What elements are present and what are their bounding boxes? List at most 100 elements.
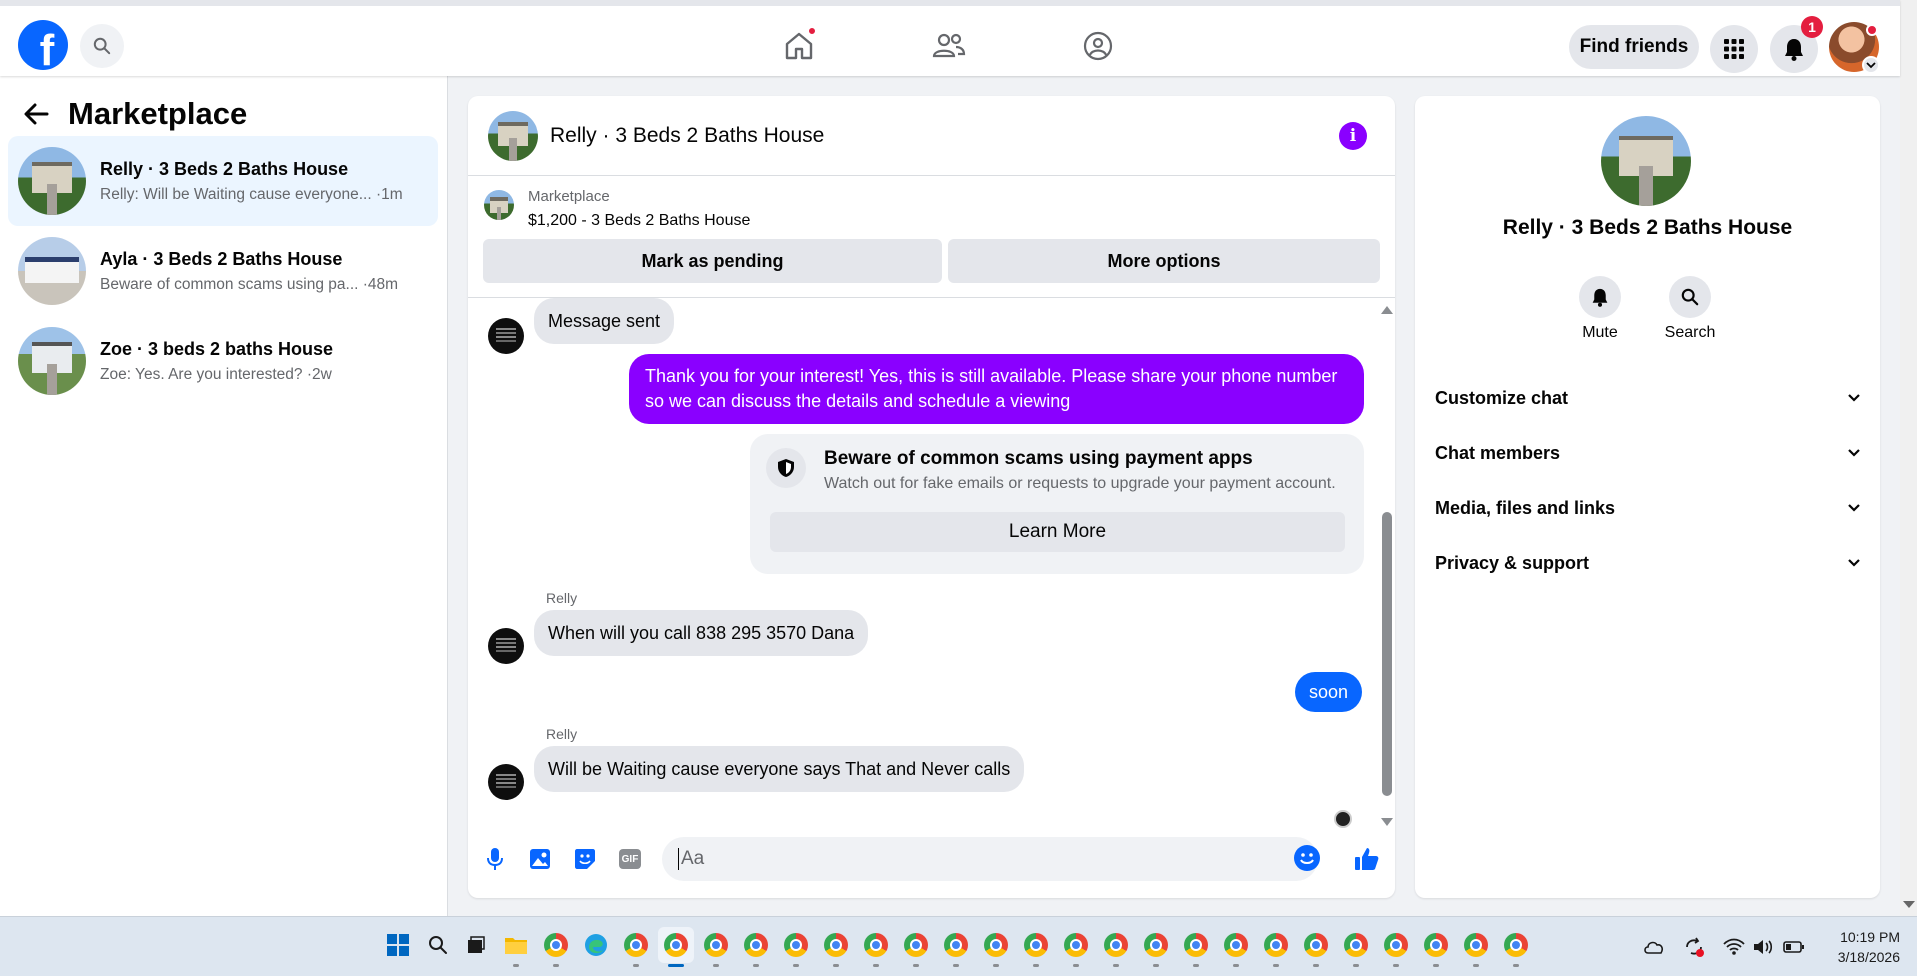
- chrome-taskbar-button[interactable]: [1498, 927, 1534, 967]
- account-menu-chevron[interactable]: [1862, 56, 1880, 74]
- bell-icon: [1592, 288, 1608, 307]
- sticker-button[interactable]: [570, 844, 600, 874]
- conversation-item-zoe[interactable]: Zoe · 3 beds 2 baths House Zoe: Yes. Are…: [8, 316, 438, 406]
- wifi-tray[interactable]: [1722, 935, 1746, 959]
- chrome-taskbar-button[interactable]: [1338, 927, 1374, 967]
- home-tab[interactable]: [777, 24, 821, 68]
- chrome-taskbar-button[interactable]: [1378, 927, 1414, 967]
- conversation-preview: Zoe: Yes. Are you interested?: [100, 365, 303, 383]
- listing-source: Marketplace: [528, 188, 610, 205]
- wifi-icon: [1723, 938, 1745, 955]
- emoji-button[interactable]: [1294, 845, 1320, 871]
- message-bubble-outgoing[interactable]: Thank you for your interest! Yes, this i…: [629, 354, 1364, 424]
- message-scrollbar[interactable]: [1379, 306, 1393, 826]
- chrome-taskbar-button[interactable]: [1178, 927, 1214, 967]
- chrome-taskbar-button[interactable]: [1138, 927, 1174, 967]
- chrome-icon: [664, 933, 688, 957]
- chrome-icon: [1104, 933, 1128, 957]
- chrome-taskbar-button[interactable]: [938, 927, 974, 967]
- customize-chat-section[interactable]: Customize chat: [1435, 378, 1860, 418]
- message-list[interactable]: Message sent Thank you for your interest…: [468, 298, 1395, 828]
- more-options-button[interactable]: More options: [948, 239, 1380, 283]
- chat-title[interactable]: Relly · 3 Beds 2 Baths House: [550, 124, 824, 148]
- message-bubble-outgoing[interactable]: soon: [1295, 672, 1363, 712]
- chrome-taskbar-button[interactable]: [1018, 927, 1054, 967]
- chrome-taskbar-button[interactable]: [738, 927, 774, 967]
- find-friends-button[interactable]: Find friends: [1569, 25, 1699, 69]
- chrome-taskbar-button[interactable]: [1258, 927, 1294, 967]
- onedrive-tray[interactable]: [1642, 935, 1666, 959]
- learn-more-button[interactable]: Learn More: [770, 512, 1345, 552]
- page-scrollbar[interactable]: [1900, 0, 1917, 916]
- gif-button[interactable]: GIF: [615, 844, 645, 874]
- chrome-taskbar-button[interactable]: [858, 927, 894, 967]
- battery-tray[interactable]: [1782, 935, 1806, 959]
- chrome-taskbar-button[interactable]: [818, 927, 854, 967]
- mute-button[interactable]: Mute: [1560, 276, 1640, 342]
- conversation-avatar[interactable]: [1601, 116, 1691, 206]
- search-button[interactable]: [80, 24, 124, 68]
- scroll-down-arrow[interactable]: [1381, 818, 1393, 826]
- sender-avatar[interactable]: [488, 764, 524, 800]
- like-button[interactable]: [1352, 844, 1382, 874]
- conversation-item-ayla[interactable]: Ayla · 3 Beds 2 Baths House Beware of co…: [8, 226, 438, 316]
- info-button[interactable]: i: [1339, 122, 1367, 150]
- sync-tray[interactable]: [1682, 935, 1706, 959]
- chrome-taskbar-button[interactable]: [1298, 927, 1334, 967]
- privacy-support-section[interactable]: Privacy & support: [1435, 543, 1860, 583]
- scroll-up-arrow[interactable]: [1381, 306, 1393, 314]
- chrome-taskbar-button[interactable]: [1058, 927, 1094, 967]
- sender-avatar[interactable]: [488, 628, 524, 664]
- chat-members-section[interactable]: Chat members: [1435, 433, 1860, 473]
- chrome-taskbar-button-active[interactable]: [658, 927, 694, 967]
- scam-warning-text: Watch out for fake emails or requests to…: [824, 475, 1336, 492]
- volume-tray[interactable]: [1752, 935, 1776, 959]
- chrome-taskbar-button[interactable]: [1218, 927, 1254, 967]
- listing-thumbnail[interactable]: [484, 190, 514, 220]
- section-label: Customize chat: [1435, 387, 1569, 408]
- message-bubble-incoming[interactable]: Message sent: [534, 298, 675, 344]
- chrome-taskbar-button[interactable]: [1458, 927, 1494, 967]
- start-button[interactable]: [380, 927, 416, 963]
- sender-avatar[interactable]: [488, 318, 524, 354]
- taskbar-search-button[interactable]: [420, 927, 456, 963]
- groups-tab[interactable]: [1076, 24, 1120, 68]
- scroll-down-arrow[interactable]: [1903, 901, 1915, 908]
- back-button[interactable]: [20, 98, 52, 130]
- chrome-taskbar-button[interactable]: [898, 927, 934, 967]
- edge-taskbar-button[interactable]: [578, 927, 614, 963]
- search-in-conversation-button[interactable]: Search: [1650, 276, 1730, 342]
- voice-clip-button[interactable]: [480, 844, 510, 874]
- chrome-taskbar-button[interactable]: [698, 927, 734, 967]
- mark-as-pending-button[interactable]: Mark as pending: [483, 239, 942, 283]
- system-clock[interactable]: 10:19 PM 3/18/2026: [1820, 927, 1900, 967]
- chrome-taskbar-button[interactable]: [618, 927, 654, 967]
- chat-avatar[interactable]: [488, 110, 538, 161]
- chrome-taskbar-button[interactable]: [1098, 927, 1134, 967]
- chrome-icon: [904, 933, 928, 957]
- media-files-links-section[interactable]: Media, files and links: [1435, 488, 1860, 528]
- chevron-down-icon: [1848, 394, 1860, 402]
- facebook-logo[interactable]: f: [18, 20, 68, 70]
- scroll-thumb[interactable]: [1382, 512, 1392, 796]
- running-indicator: [553, 964, 559, 967]
- friends-tab[interactable]: [927, 24, 971, 68]
- file-explorer-button[interactable]: [498, 927, 534, 967]
- running-indicator: [1113, 964, 1119, 967]
- task-view-icon: [468, 936, 485, 953]
- conversation-item-relly[interactable]: Relly · 3 Beds 2 Baths House Relly: Will…: [8, 136, 438, 226]
- scam-warning-title: Beware of common scams using payment app…: [824, 448, 1253, 469]
- chrome-taskbar-button[interactable]: [538, 927, 574, 967]
- chrome-taskbar-button[interactable]: [1418, 927, 1454, 967]
- message-bubble-incoming[interactable]: Will be Waiting cause everyone says That…: [534, 746, 1025, 792]
- menu-button[interactable]: [1710, 25, 1758, 73]
- message-bubble-incoming[interactable]: When will you call 838 295 3570 Dana: [534, 610, 869, 656]
- message-input[interactable]: Aa: [662, 837, 1318, 881]
- chrome-taskbar-button[interactable]: [778, 927, 814, 967]
- section-label: Chat members: [1435, 442, 1561, 463]
- chrome-taskbar-button[interactable]: [978, 927, 1014, 967]
- listing-price-title[interactable]: $1,200 - 3 Beds 2 Baths House: [528, 212, 750, 230]
- task-view-button[interactable]: [458, 927, 494, 963]
- attach-photo-button[interactable]: [525, 844, 555, 874]
- folder-icon: [505, 938, 527, 954]
